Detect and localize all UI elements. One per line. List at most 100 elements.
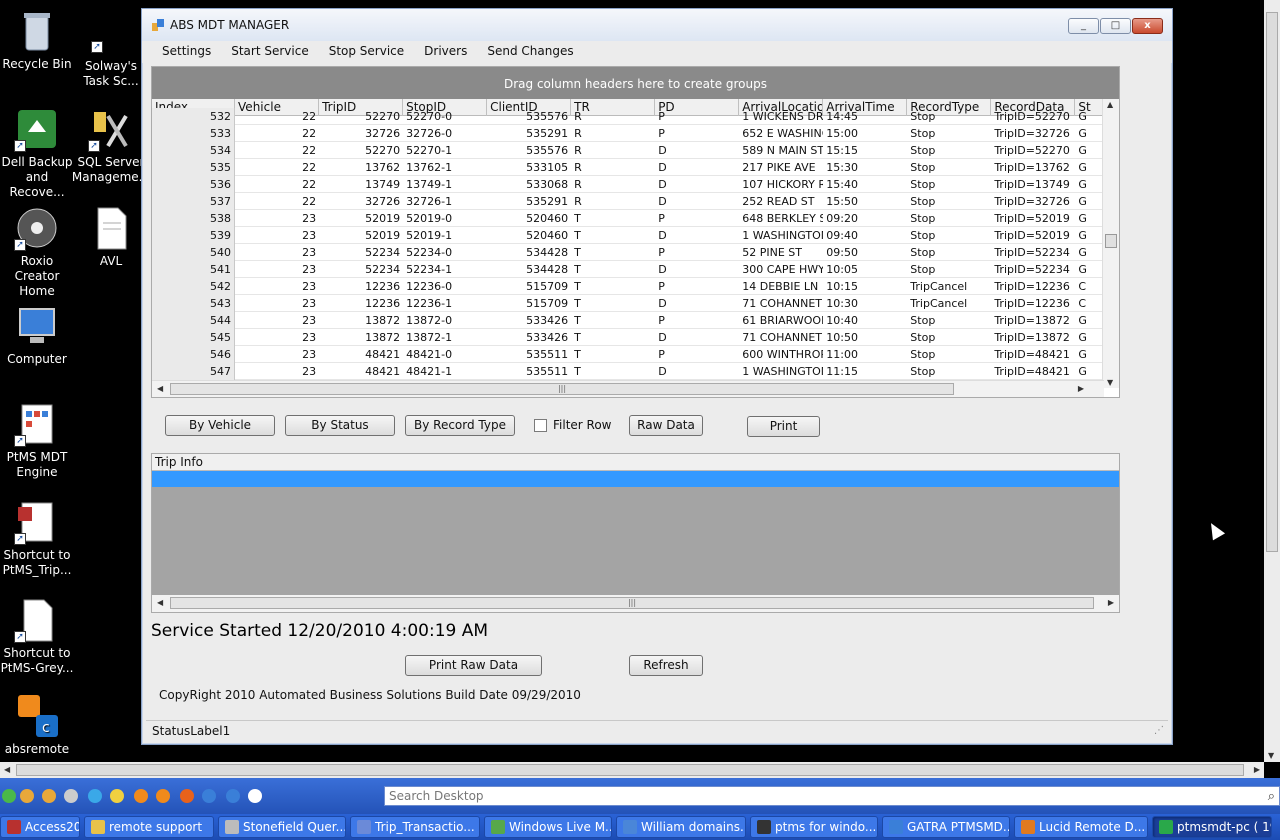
- by-record-type-button[interactable]: By Record Type: [405, 415, 515, 436]
- taskbar-item[interactable]: remote support: [84, 816, 214, 838]
- cell-pd: P: [658, 110, 665, 123]
- table-row[interactable]: 539 23 52019 52019-1 520460 T D 1 WASHINGTON 09:…: [152, 227, 1104, 244]
- print-raw-data-button[interactable]: Print Raw Data: [405, 655, 542, 676]
- dell-backup-icon[interactable]: ➚ Dell Backup and Recove...: [0, 106, 77, 200]
- group-by-area[interactable]: Drag column headers here to create group…: [152, 67, 1119, 99]
- desktop-search-input[interactable]: Search Desktop ⌕: [384, 786, 1280, 806]
- scroll-right-icon[interactable]: ▶: [1078, 384, 1084, 393]
- table-row[interactable]: 545 23 13872 13872-1 533426 T D 71 COHANNET 10:5…: [152, 329, 1104, 346]
- taskbar-item[interactable]: Lucid Remote D...: [1014, 816, 1148, 838]
- title-bar[interactable]: ABS MDT MANAGER _ □ x: [142, 9, 1172, 41]
- menu-settings[interactable]: Settings: [152, 41, 221, 63]
- print-button[interactable]: Print: [747, 416, 820, 437]
- scroll-thumb[interactable]: [16, 764, 1244, 776]
- grid-vertical-scrollbar[interactable]: ▲ ▼: [1102, 99, 1119, 388]
- quick-launch-icon[interactable]: [134, 789, 148, 803]
- scroll-thumb[interactable]: |||: [170, 597, 1094, 609]
- shortcut-ptms-grey-icon[interactable]: ➚ Shortcut to PtMS-Grey...: [0, 597, 77, 676]
- cell-clientid: 535511: [526, 365, 569, 378]
- taskbar-item[interactable]: Stonefield Quer...: [218, 816, 346, 838]
- filter-row-toggle[interactable]: Filter Row: [534, 418, 612, 432]
- desktop-horizontal-scrollbar[interactable]: ◀ ▶: [0, 762, 1264, 778]
- table-row[interactable]: 532 22 52270 52270-0 535576 R P 1 WICKENS DR 14:…: [152, 108, 1104, 125]
- grid-horizontal-scrollbar[interactable]: ◀ ||| ▶: [152, 380, 1104, 397]
- table-row[interactable]: 542 23 12236 12236-0 515709 T P 14 DEBBIE LN 10:…: [152, 278, 1104, 295]
- trip-info-panel[interactable]: Trip Info ◀ ||| ▶: [151, 453, 1120, 613]
- scroll-thumb[interactable]: [1105, 234, 1117, 248]
- menu-start-service[interactable]: Start Service: [221, 41, 318, 63]
- table-row[interactable]: 536 22 13749 13749-1 533068 R D 107 HICKORY R 15…: [152, 176, 1104, 193]
- ptms-mdt-engine-icon[interactable]: ➚ PtMS MDT Engine: [0, 401, 77, 480]
- roxio-creator-icon[interactable]: ➚ Roxio Creator Home: [0, 205, 77, 299]
- computer-icon[interactable]: Computer: [0, 303, 77, 367]
- quick-launch-icon[interactable]: [64, 789, 78, 803]
- taskbar-item[interactable]: William domains...: [616, 816, 746, 838]
- shortcut-ptms-trip-icon[interactable]: ➚ Shortcut to PtMS_Trip...: [0, 499, 77, 578]
- quick-launch-icon[interactable]: [226, 789, 240, 803]
- solway-task-scheduler-icon[interactable]: ➚ Solway's Task Sc...: [71, 38, 151, 89]
- scroll-up-icon[interactable]: ▲: [1107, 100, 1113, 109]
- by-status-button[interactable]: By Status: [285, 415, 395, 436]
- minimize-button[interactable]: _: [1068, 18, 1099, 34]
- menu-stop-service[interactable]: Stop Service: [319, 41, 414, 63]
- scroll-right-icon[interactable]: ▶: [1108, 598, 1114, 607]
- table-row[interactable]: 538 23 52019 52019-0 520460 T P 648 BERKLEY S 09…: [152, 210, 1104, 227]
- quick-launch-icon[interactable]: [202, 789, 216, 803]
- close-button[interactable]: x: [1132, 18, 1163, 34]
- scroll-thumb[interactable]: [1266, 12, 1278, 552]
- table-row[interactable]: 534 22 52270 52270-1 535576 R D 589 N MAIN ST 15…: [152, 142, 1104, 159]
- quick-launch-icon[interactable]: [2, 789, 16, 803]
- refresh-button[interactable]: Refresh: [629, 655, 703, 676]
- sql-server-management-icon[interactable]: ➚ SQL Server Manageme...: [71, 106, 151, 185]
- scroll-down-icon[interactable]: ▼: [1107, 378, 1113, 387]
- desktop-vertical-scrollbar[interactable]: ▼: [1264, 0, 1280, 762]
- taskbar-item[interactable]: ptmsmdt-pc ( 19...: [1152, 816, 1272, 838]
- table-row[interactable]: 546 23 48421 48421-0 535511 T P 600 WINTHROP 11:…: [152, 346, 1104, 363]
- scroll-left-icon[interactable]: ◀: [157, 384, 163, 393]
- taskbar-item[interactable]: Trip_Transactio...: [350, 816, 480, 838]
- table-row[interactable]: 535 22 13762 13762-1 533105 R D 217 PIKE AVE 15:…: [152, 159, 1104, 176]
- scroll-down-icon[interactable]: ▼: [1268, 751, 1274, 760]
- quick-launch-icon[interactable]: [20, 789, 34, 803]
- cell-tripid: 52234: [365, 263, 401, 276]
- table-row[interactable]: 547 23 48421 48421-1 535511 T D 1 WASHINGTON 11:…: [152, 363, 1104, 380]
- cell-pd: D: [658, 331, 667, 344]
- quick-launch-icon[interactable]: [42, 789, 56, 803]
- quick-launch-icon[interactable]: [110, 789, 124, 803]
- taskbar-item[interactable]: Windows Live M...: [484, 816, 612, 838]
- menu-drivers[interactable]: Drivers: [414, 41, 477, 63]
- scroll-thumb[interactable]: |||: [170, 383, 954, 395]
- taskbar-item[interactable]: GATRA PTMSMD...: [882, 816, 1010, 838]
- trip-info-selected-row[interactable]: [152, 471, 1119, 487]
- avl-icon[interactable]: AVL: [71, 205, 151, 269]
- scroll-right-icon[interactable]: ▶: [1254, 765, 1260, 774]
- maximize-button[interactable]: □: [1100, 18, 1131, 34]
- taskbar-item[interactable]: ptms for windo...: [750, 816, 878, 838]
- filter-row-checkbox[interactable]: [534, 418, 547, 432]
- table-row[interactable]: 533 22 32726 32726-0 535291 R P 652 E WASHING 15…: [152, 125, 1104, 142]
- menu-send-changes[interactable]: Send Changes: [477, 41, 583, 63]
- by-vehicle-button[interactable]: By Vehicle: [165, 415, 275, 436]
- taskbar-item[interactable]: Access2007: [0, 816, 80, 838]
- table-row[interactable]: 543 23 12236 12236-1 515709 T D 71 COHANNET 10:3…: [152, 295, 1104, 312]
- trips-grid[interactable]: Drag column headers here to create group…: [151, 66, 1120, 398]
- quick-launch-icon[interactable]: [248, 789, 262, 803]
- scroll-left-icon[interactable]: ◀: [4, 765, 10, 774]
- table-row[interactable]: 540 23 52234 52234-0 534428 T P 52 PINE ST 09:50…: [152, 244, 1104, 261]
- table-row[interactable]: 544 23 13872 13872-0 533426 T P 61 BRIARWOOD 10:…: [152, 312, 1104, 329]
- absremote-icon[interactable]: c absremote: [0, 693, 77, 757]
- scroll-left-icon[interactable]: ◀: [157, 598, 163, 607]
- firefox-icon[interactable]: [180, 789, 194, 803]
- ie-icon[interactable]: [88, 789, 102, 803]
- taskbar-app-icon: [1159, 820, 1173, 834]
- cell-record-type: Stop: [910, 314, 936, 327]
- quick-launch-icon[interactable]: [156, 789, 170, 803]
- raw-data-button[interactable]: Raw Data: [629, 415, 703, 436]
- resize-grip-icon[interactable]: ⋰: [1154, 721, 1164, 741]
- cell-status: G: [1078, 229, 1087, 242]
- table-row[interactable]: 537 22 32726 32726-1 535291 R D 252 READ ST 15:5…: [152, 193, 1104, 210]
- trip-info-horizontal-scrollbar[interactable]: ◀ ||| ▶: [152, 595, 1119, 612]
- table-row[interactable]: 541 23 52234 52234-1 534428 T D 300 CAPE HWY 10:…: [152, 261, 1104, 278]
- search-icon[interactable]: ⌕: [1268, 788, 1275, 806]
- recycle-bin-icon[interactable]: Recycle Bin: [0, 8, 77, 72]
